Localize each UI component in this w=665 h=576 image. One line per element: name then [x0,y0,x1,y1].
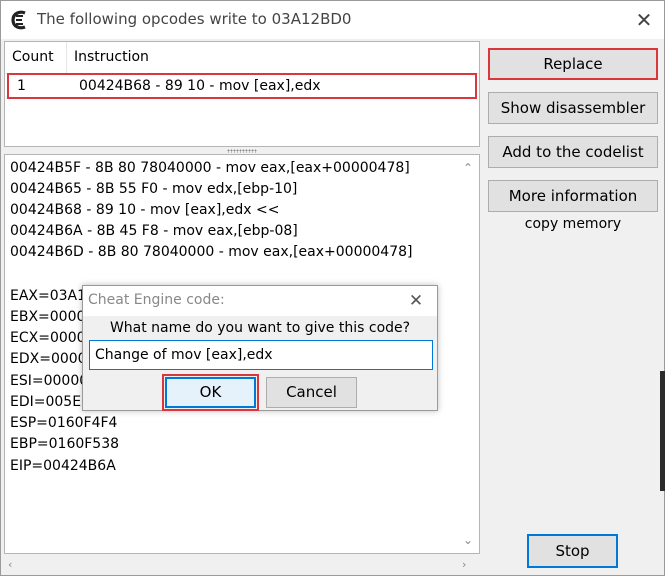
disasm-line: 00424B5F - 8B 80 78040000 - mov eax,[eax… [10,160,410,176]
register-line: EBP=0160F538 [10,436,120,452]
column-header-instruction[interactable]: Instruction [67,42,479,73]
column-header-count[interactable]: Count [5,42,67,73]
replace-button[interactable]: Replace [488,48,658,80]
scroll-left-icon[interactable]: ‹ [8,558,12,571]
scroll-right-icon[interactable]: › [462,558,466,571]
register-line: EDI=005E0 [10,394,90,410]
register-line: ESP=0160F4F4 [10,415,118,431]
window-title: The following opcodes write to 03A12BD0 [37,10,352,28]
close-icon[interactable]: ✕ [629,7,659,33]
scroll-up-icon[interactable]: ⌃ [460,160,476,176]
scroll-down-icon[interactable]: ⌄ [460,532,476,548]
dialog-title-bar[interactable]: Cheat Engine code: ✕ [83,286,437,316]
code-name-dialog: Cheat Engine code: ✕ What name do you wa… [82,285,438,411]
splitter-handle[interactable] [227,149,257,153]
dialog-title: Cheat Engine code: [88,292,225,308]
stop-button[interactable]: Stop [527,534,618,568]
ok-button[interactable]: OK [165,377,256,408]
more-information-button[interactable]: More information [488,180,658,212]
row-instruction: 00424B68 - 89 10 - mov [eax],edx [79,78,321,94]
disasm-line: 00424B6A - 8B 45 F8 - mov eax,[ebp-08] [10,223,298,239]
horizontal-scrollbar[interactable]: ‹ › [4,557,480,573]
add-to-codelist-button[interactable]: Add to the codelist [488,136,658,168]
disasm-line: 00424B68 - 89 10 - mov [eax],edx << [10,202,280,218]
register-line: ECX=0000 [10,330,86,346]
copy-memory-link[interactable]: copy memory [488,216,658,232]
disasm-line: 00424B65 - 8B 55 F0 - mov edx,[ebp-10] [10,181,298,197]
show-disassembler-button[interactable]: Show disassembler [488,92,658,124]
cancel-button[interactable]: Cancel [266,377,357,408]
register-line: EBX=0000 [10,309,86,325]
background-edge [660,371,665,491]
register-line: EDX=0000 [10,351,87,367]
table-row[interactable]: 1 00424B68 - 89 10 - mov [eax],edx [7,73,477,99]
register-line: EIP=00424B6A [10,458,116,474]
dialog-close-icon[interactable]: ✕ [403,288,429,314]
opcode-list[interactable]: Count Instruction 1 00424B68 - 89 10 - m… [4,41,480,147]
register-line: EAX=03A1 [10,288,87,304]
cheat-engine-icon [11,10,26,30]
disasm-line: 00424B6D - 8B 80 78040000 - mov eax,[eax… [10,244,413,260]
register-line: ESI=00000 [10,373,89,389]
list-header: Count Instruction [5,42,479,74]
dialog-question: What name do you want to give this code? [109,320,411,336]
row-count: 1 [17,78,26,94]
code-name-input[interactable] [89,340,433,370]
title-bar[interactable]: The following opcodes write to 03A12BD0 … [1,1,664,39]
